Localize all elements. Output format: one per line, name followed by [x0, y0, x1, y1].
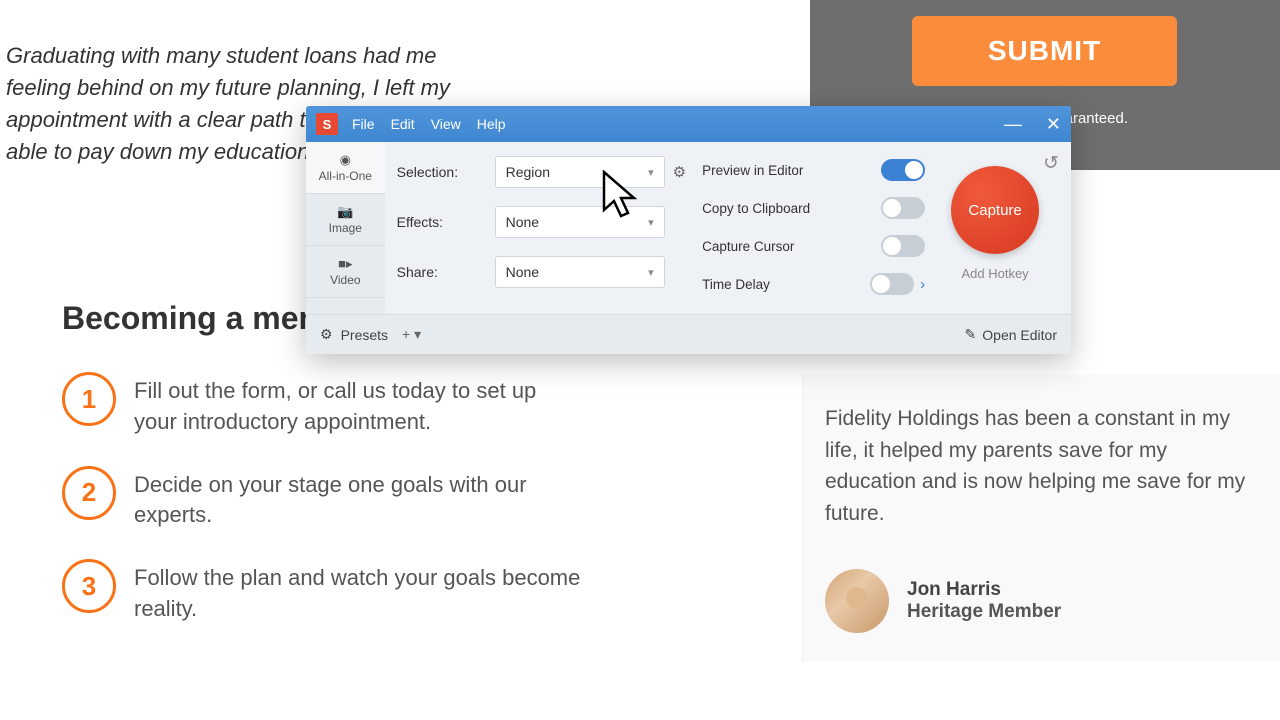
- presets-button[interactable]: ⚙ Presets + ▾: [320, 326, 421, 343]
- snagit-footer: ⚙ Presets + ▾ ✎ Open Editor: [306, 314, 1071, 354]
- add-hotkey-link[interactable]: Add Hotkey: [961, 266, 1028, 281]
- share-label: Share:: [397, 264, 495, 280]
- add-preset-icon[interactable]: + ▾: [402, 326, 421, 343]
- testimonial-card: Fidelity Holdings has been a constant in…: [802, 375, 1280, 661]
- chevron-right-icon[interactable]: ›: [920, 276, 925, 293]
- app-icon: S: [316, 113, 338, 135]
- gear-icon[interactable]: ⚙: [673, 163, 686, 181]
- camera-icon: 📷: [337, 204, 353, 220]
- delay-toggle[interactable]: [870, 273, 914, 295]
- step-text: Follow the plan and watch your goals bec…: [134, 559, 582, 625]
- delay-label: Time Delay: [702, 277, 770, 292]
- section-heading: Becoming a mem: [62, 300, 327, 337]
- effects-label: Effects:: [397, 214, 495, 230]
- menu-help[interactable]: Help: [477, 116, 506, 132]
- open-editor-label: Open Editor: [982, 327, 1057, 343]
- edit-icon: ✎: [965, 326, 977, 343]
- testimonial-body: Fidelity Holdings has been a constant in…: [825, 403, 1260, 529]
- clipboard-toggle[interactable]: [881, 197, 925, 219]
- share-dropdown[interactable]: None: [495, 256, 665, 288]
- step-text: Fill out the form, or call us today to s…: [134, 372, 582, 438]
- cursor-toggle[interactable]: [881, 235, 925, 257]
- selection-label: Selection:: [397, 164, 495, 180]
- mode-label: Video: [330, 273, 360, 287]
- step-text: Decide on your stage one goals with our …: [134, 466, 582, 532]
- guaranteed-text: aranteed.: [1065, 110, 1128, 127]
- snagit-window: S File Edit View Help — ✕ ◉ All-in-One 📷…: [306, 106, 1071, 354]
- step-item: 3 Follow the plan and watch your goals b…: [62, 559, 582, 625]
- mode-video[interactable]: ■▸ Video: [306, 246, 385, 298]
- minimize-icon[interactable]: —: [1004, 114, 1022, 135]
- clipboard-label: Copy to Clipboard: [702, 201, 810, 216]
- mode-all-in-one[interactable]: ◉ All-in-One: [306, 142, 385, 194]
- author-role: Heritage Member: [907, 601, 1061, 623]
- titlebar[interactable]: S File Edit View Help — ✕: [306, 106, 1071, 142]
- step-number: 3: [62, 559, 116, 613]
- capture-column: ↺ Capture Add Hotkey: [933, 142, 1071, 314]
- submit-button[interactable]: SUBMIT: [912, 16, 1177, 86]
- testimonial-author: Jon Harris Heritage Member: [825, 569, 1260, 633]
- preview-label: Preview in Editor: [702, 163, 803, 178]
- preview-toggle[interactable]: [881, 159, 925, 181]
- video-icon: ■▸: [338, 256, 352, 272]
- target-icon: ◉: [340, 152, 351, 168]
- menu-file[interactable]: File: [352, 116, 375, 132]
- presets-label: Presets: [341, 327, 388, 343]
- mode-label: Image: [329, 221, 362, 235]
- step-item: 2 Decide on your stage one goals with ou…: [62, 466, 582, 532]
- capture-button[interactable]: Capture: [951, 166, 1039, 254]
- effects-dropdown[interactable]: None: [495, 206, 665, 238]
- cursor-label: Capture Cursor: [702, 239, 794, 254]
- steps-list: 1 Fill out the form, or call us today to…: [62, 372, 582, 653]
- settings-column: Selection: Region ⚙ Effects: None Share:…: [385, 142, 702, 314]
- menu-view[interactable]: View: [431, 116, 461, 132]
- avatar: [825, 569, 889, 633]
- mode-image[interactable]: 📷 Image: [306, 194, 385, 246]
- mode-column: ◉ All-in-One 📷 Image ■▸ Video: [306, 142, 385, 314]
- step-number: 1: [62, 372, 116, 426]
- undo-icon[interactable]: ↺: [1043, 152, 1059, 175]
- selection-dropdown[interactable]: Region: [495, 156, 665, 188]
- open-editor-button[interactable]: ✎ Open Editor: [965, 326, 1057, 343]
- step-number: 2: [62, 466, 116, 520]
- menu-edit[interactable]: Edit: [391, 116, 415, 132]
- close-icon[interactable]: ✕: [1046, 114, 1061, 135]
- step-item: 1 Fill out the form, or call us today to…: [62, 372, 582, 438]
- author-name: Jon Harris: [907, 579, 1061, 601]
- gear-icon: ⚙: [320, 326, 333, 343]
- mode-label: All-in-One: [319, 169, 372, 183]
- toggles-column: Preview in Editor Copy to Clipboard Capt…: [702, 142, 933, 314]
